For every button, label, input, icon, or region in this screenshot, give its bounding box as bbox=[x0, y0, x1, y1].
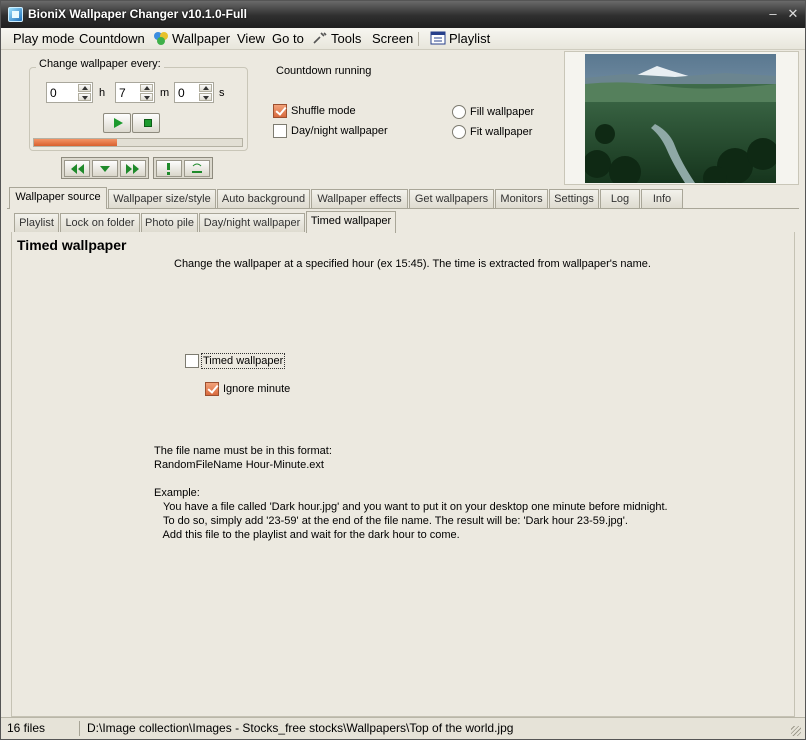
tab-wallpaper-size-style[interactable]: Wallpaper size/style bbox=[108, 189, 216, 208]
playlist-icon bbox=[430, 31, 446, 45]
timer-group-title: Change wallpaper every: bbox=[36, 58, 164, 70]
seconds-down-arrow-icon[interactable] bbox=[199, 93, 212, 101]
exclamation-icon bbox=[167, 163, 170, 175]
alert-button[interactable] bbox=[156, 160, 182, 177]
example-line-3: Add this file to the playlist and wait f… bbox=[154, 529, 460, 541]
random-wallpaper-button[interactable] bbox=[92, 160, 118, 177]
menu-screen[interactable]: Screen bbox=[369, 28, 416, 50]
play-icon bbox=[114, 118, 123, 128]
close-button[interactable]: ✕ bbox=[785, 6, 801, 22]
menu-tools-label: Tools bbox=[331, 31, 362, 46]
timed-wallpaper-label[interactable]: Timed wallpaper bbox=[200, 353, 286, 369]
menu-wallpaper[interactable]: Wallpaper bbox=[150, 28, 233, 50]
double-left-arrow-icon bbox=[71, 164, 84, 174]
format-line-2: RandomFileName Hour-Minute.ext bbox=[154, 459, 324, 471]
countdown-progress-fill bbox=[34, 139, 118, 146]
minutes-down-arrow-icon[interactable] bbox=[140, 93, 153, 101]
double-right-arrow-icon bbox=[126, 164, 139, 174]
menu-play-mode[interactable]: Play mode bbox=[10, 28, 77, 50]
day-night-checkbox[interactable] bbox=[273, 124, 287, 138]
tab-settings[interactable]: Settings bbox=[549, 189, 599, 208]
minimize-to-tray-button[interactable] bbox=[184, 160, 210, 177]
tab-wallpaper-source[interactable]: Wallpaper source bbox=[9, 187, 107, 209]
seconds-up-arrow-icon[interactable] bbox=[199, 84, 212, 92]
hours-up-arrow-icon[interactable] bbox=[78, 84, 91, 92]
minimize-button[interactable]: – bbox=[765, 6, 781, 22]
status-separator bbox=[79, 721, 80, 736]
menu-tools[interactable]: Tools bbox=[309, 28, 364, 50]
resize-grip-icon[interactable] bbox=[791, 726, 801, 736]
timed-wallpaper-panel bbox=[11, 232, 795, 717]
hours-stepper[interactable]: 0 bbox=[46, 82, 93, 103]
hours-down-arrow-icon[interactable] bbox=[78, 93, 91, 101]
tab-info[interactable]: Info bbox=[641, 189, 683, 208]
menu-go-to[interactable]: Go to bbox=[269, 28, 307, 50]
title-bar[interactable]: BioniX Wallpaper Changer v10.1.0-Full – … bbox=[1, 1, 805, 28]
file-count: 16 files bbox=[7, 721, 46, 735]
section-title: Timed wallpaper bbox=[17, 237, 127, 253]
wallpaper-preview-image[interactable] bbox=[585, 54, 776, 183]
stop-icon bbox=[144, 119, 152, 127]
tools-icon bbox=[313, 32, 327, 44]
fit-wallpaper-radio[interactable] bbox=[452, 125, 466, 139]
subtab-lock-on-folder[interactable]: Lock on folder bbox=[60, 213, 140, 232]
menu-playlist-label: Playlist bbox=[449, 31, 491, 46]
tab-get-wallpapers[interactable]: Get wallpapers bbox=[409, 189, 494, 208]
subtab-photo-pile[interactable]: Photo pile bbox=[141, 213, 198, 232]
seconds-unit: s bbox=[219, 87, 225, 99]
day-night-label: Day/night wallpaper bbox=[291, 125, 388, 137]
subtab-playlist[interactable]: Playlist bbox=[14, 213, 59, 232]
shuffle-mode-label: Shuffle mode bbox=[291, 105, 356, 117]
app-window: BioniX Wallpaper Changer v10.1.0-Full – … bbox=[0, 0, 806, 740]
countdown-progress-bar bbox=[33, 138, 243, 147]
countdown-status: Countdown running bbox=[276, 65, 372, 77]
seconds-stepper[interactable]: 0 bbox=[174, 82, 214, 103]
tab-log[interactable]: Log bbox=[600, 189, 640, 208]
minutes-stepper[interactable]: 7 bbox=[115, 82, 155, 103]
subtab-timed-wallpaper[interactable]: Timed wallpaper bbox=[306, 211, 396, 233]
fill-wallpaper-label: Fill wallpaper bbox=[470, 106, 535, 118]
subtab-day-night-wallpaper[interactable]: Day/night wallpaper bbox=[199, 213, 305, 232]
next-wallpaper-button[interactable] bbox=[120, 160, 146, 177]
format-line-1: The file name must be in this format: bbox=[154, 445, 332, 457]
stop-button[interactable] bbox=[132, 113, 160, 133]
example-line-2: To do so, simply add '23-59' at the end … bbox=[154, 515, 628, 527]
minutes-unit: m bbox=[160, 87, 170, 99]
tab-wallpaper-effects[interactable]: Wallpaper effects bbox=[311, 189, 408, 208]
example-line-1: You have a file called 'Dark hour.jpg' a… bbox=[154, 501, 668, 513]
menu-playlist[interactable]: Playlist bbox=[427, 28, 493, 50]
navigation-buttons bbox=[61, 157, 149, 179]
minutes-value: 7 bbox=[119, 86, 126, 100]
ignore-minute-label: Ignore minute bbox=[223, 383, 291, 395]
status-bar: 16 files D:\Image collection\Images - St… bbox=[1, 717, 805, 739]
app-icon bbox=[8, 7, 23, 22]
section-description: Change the wallpaper at a specified hour… bbox=[174, 258, 651, 270]
play-button[interactable] bbox=[103, 113, 131, 133]
tab-auto-background[interactable]: Auto background bbox=[217, 189, 310, 208]
menu-view[interactable]: View bbox=[234, 28, 268, 50]
previous-wallpaper-button[interactable] bbox=[64, 160, 90, 177]
window-title: BioniX Wallpaper Changer v10.1.0-Full bbox=[28, 7, 247, 21]
shuffle-mode-checkbox[interactable] bbox=[273, 104, 287, 118]
menu-separator bbox=[418, 32, 419, 46]
down-arrow-icon bbox=[100, 166, 110, 172]
fill-wallpaper-radio[interactable] bbox=[452, 105, 466, 119]
hours-unit: h bbox=[99, 87, 106, 99]
main-tabs-baseline bbox=[7, 208, 799, 209]
menu-bar: Play mode Countdown Wallpaper View Go to… bbox=[1, 28, 805, 50]
tray-icon bbox=[192, 163, 202, 173]
tab-monitors[interactable]: Monitors bbox=[495, 189, 548, 208]
minutes-up-arrow-icon[interactable] bbox=[140, 84, 153, 92]
ignore-minute-checkbox[interactable] bbox=[205, 382, 219, 396]
menu-countdown[interactable]: Countdown bbox=[76, 28, 148, 50]
extra-buttons bbox=[153, 157, 213, 179]
current-file-path: D:\Image collection\Images - Stocks_free… bbox=[87, 721, 514, 735]
wallpaper-icon bbox=[154, 32, 168, 45]
menu-wallpaper-label: Wallpaper bbox=[172, 31, 231, 46]
seconds-value: 0 bbox=[178, 86, 185, 100]
hours-value: 0 bbox=[50, 86, 57, 100]
fit-wallpaper-label: Fit wallpaper bbox=[470, 126, 533, 138]
example-label: Example: bbox=[154, 487, 200, 499]
timed-wallpaper-checkbox[interactable] bbox=[185, 354, 199, 368]
